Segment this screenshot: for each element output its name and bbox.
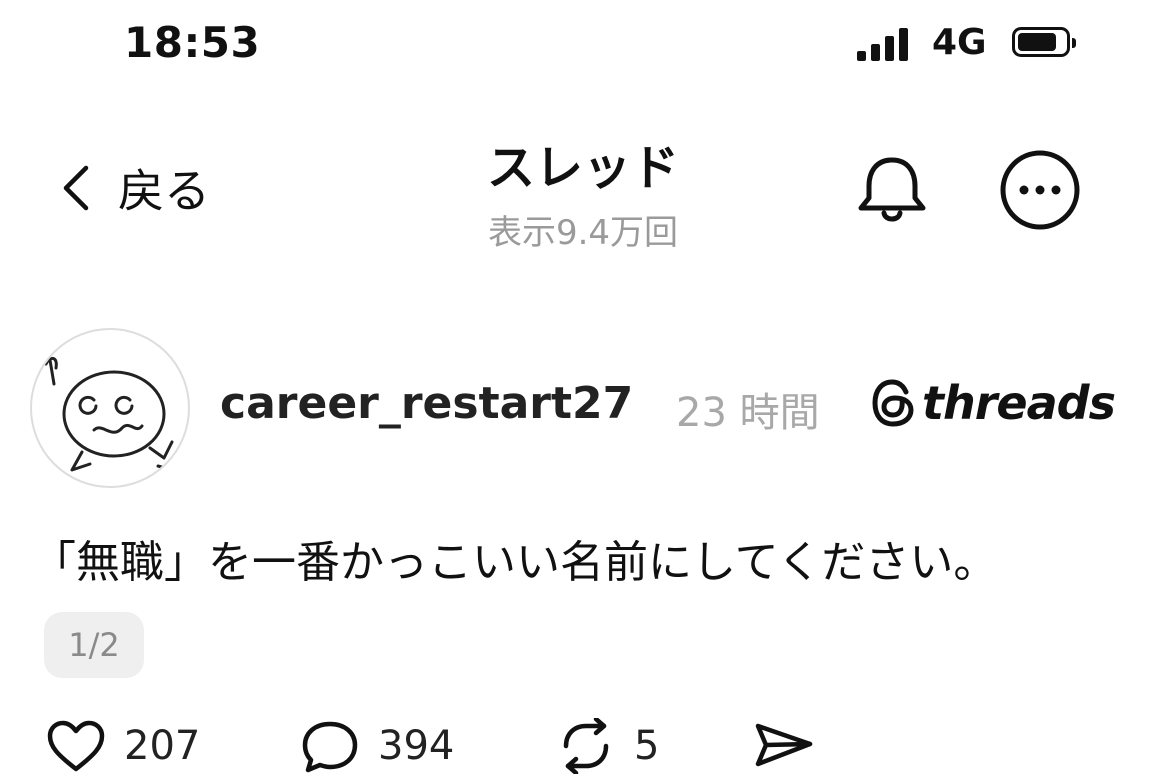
reply-count: 394 — [378, 723, 455, 769]
network-type: 4G — [932, 22, 987, 63]
heart-icon — [47, 720, 105, 772]
post-text: 「無職」を一番かっこいい名前にしてください。 — [32, 537, 998, 588]
page-title: スレッド — [486, 140, 679, 196]
status-time: 18:53 — [124, 18, 261, 67]
send-icon — [755, 723, 813, 767]
chevron-left-icon — [63, 165, 89, 211]
avatar-doodle-icon — [44, 357, 174, 472]
threads-logo: threads — [870, 376, 1116, 430]
share-button[interactable] — [752, 716, 816, 776]
like-button[interactable]: 207 — [46, 716, 200, 776]
threads-icon — [872, 379, 914, 427]
post-timestamp: 23 時間 — [676, 390, 820, 436]
page-indicator: 1/2 — [44, 612, 144, 678]
bell-icon — [858, 157, 926, 222]
repost-icon — [563, 718, 609, 774]
back-button[interactable]: 戻る — [56, 152, 210, 224]
threads-wordmark: threads — [922, 376, 1116, 430]
comment-icon — [302, 721, 358, 773]
avatar[interactable] — [30, 328, 190, 488]
back-label: 戻る — [118, 164, 210, 218]
reply-button[interactable]: 394 — [300, 716, 454, 776]
repost-count: 5 — [634, 723, 660, 769]
battery-icon — [1012, 27, 1076, 57]
more-options-button[interactable] — [998, 148, 1082, 232]
more-horizontal-icon — [1000, 150, 1080, 230]
username-link[interactable]: career_restart27 — [220, 378, 633, 429]
repost-button[interactable]: 5 — [556, 716, 659, 776]
like-count: 207 — [124, 723, 201, 769]
notification-button[interactable] — [852, 150, 932, 230]
signal-strength-icon — [857, 25, 915, 61]
view-count: 表示9.4万回 — [487, 213, 679, 253]
